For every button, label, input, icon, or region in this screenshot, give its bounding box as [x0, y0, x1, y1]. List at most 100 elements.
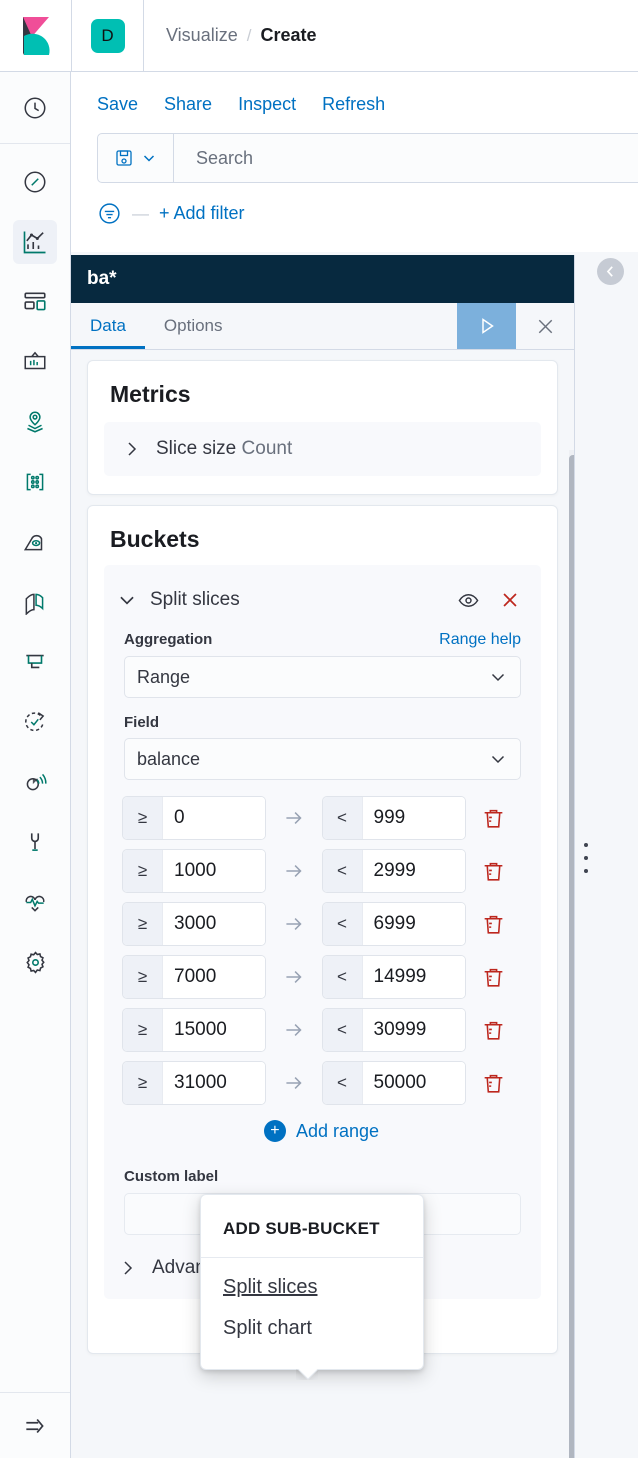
- save-disk-icon: [114, 148, 134, 168]
- chevron-down-icon[interactable]: [116, 589, 138, 611]
- dock-navigation-button[interactable]: [0, 1392, 70, 1458]
- range-to-input[interactable]: 6999: [362, 903, 465, 945]
- metric-value: Count: [241, 438, 293, 459]
- sidebar-item-uptime[interactable]: [0, 692, 70, 752]
- sidebar-item-logs[interactable]: [0, 572, 70, 632]
- sidebar-item-discover[interactable]: [0, 152, 70, 212]
- sidebar-item-visualize[interactable]: [0, 212, 70, 272]
- editor-scrollbar-thumb[interactable]: [569, 455, 574, 1458]
- nav-item-list: [0, 144, 70, 992]
- add-range-wrapper: + Add range: [122, 1114, 521, 1142]
- add-filter-button[interactable]: + Add filter: [159, 203, 245, 224]
- range-from-input[interactable]: 7000: [163, 956, 266, 998]
- kibana-home-link[interactable]: [0, 0, 72, 72]
- range-to-group: < 50000: [321, 1061, 466, 1105]
- machine-learning-nodes-icon: [22, 469, 48, 495]
- range-row: ≥ 31000 < 50000: [122, 1061, 521, 1105]
- aggregation-select[interactable]: Range: [124, 656, 521, 698]
- resize-grip-dots-icon[interactable]: [581, 843, 591, 873]
- range-to-input[interactable]: 30999: [362, 1009, 465, 1051]
- editor-tabs: Data Options: [71, 303, 574, 350]
- range-to-prefix: <: [322, 956, 363, 998]
- bucket-header: Split slices: [104, 579, 541, 615]
- range-to-input[interactable]: 50000: [362, 1062, 465, 1104]
- sidebar-item-siem[interactable]: [0, 752, 70, 812]
- sidebar-item-infrastructure[interactable]: [0, 512, 70, 572]
- refresh-button[interactable]: Refresh: [322, 94, 385, 115]
- range-to-input[interactable]: 2999: [362, 850, 465, 892]
- range-from-group: ≥ 15000: [122, 1008, 267, 1052]
- apm-icon: [22, 649, 48, 675]
- range-from-input[interactable]: 31000: [163, 1062, 266, 1104]
- trash-icon[interactable]: [466, 965, 521, 990]
- sidebar-item-machine-learning[interactable]: [0, 452, 70, 512]
- trash-icon[interactable]: [466, 1071, 521, 1096]
- inspect-button[interactable]: Inspect: [238, 94, 296, 115]
- range-to-input[interactable]: 14999: [362, 956, 465, 998]
- recently-viewed-clock-icon: [22, 95, 48, 121]
- sidebar-item-dashboard[interactable]: [0, 272, 70, 332]
- breadcrumb-visualize[interactable]: Visualize: [166, 25, 238, 46]
- range-to-group: < 14999: [321, 955, 466, 999]
- custom-label-label: Custom label: [124, 1168, 219, 1185]
- eye-icon[interactable]: [453, 585, 483, 615]
- range-row: ≥ 1000 < 2999: [122, 849, 521, 893]
- range-to-group: < 6999: [321, 902, 466, 946]
- range-from-input[interactable]: 15000: [163, 1009, 266, 1051]
- range-from-prefix: ≥: [123, 956, 163, 998]
- save-button[interactable]: Save: [97, 94, 138, 115]
- chevron-right-icon: [118, 1258, 138, 1278]
- trash-icon[interactable]: [466, 912, 521, 937]
- sidebar-item-maps[interactable]: [0, 392, 70, 452]
- sidebar-item-management[interactable]: [0, 932, 70, 992]
- ranges-list: ≥ 0 < 999 ≥ 1000 < 2999 ≥ 3000 < 6999 ≥ …: [104, 780, 541, 1142]
- trash-icon[interactable]: [466, 1018, 521, 1043]
- share-button[interactable]: Share: [164, 94, 212, 115]
- bucket-split-slices: Split slices Aggregation Range help Rang…: [104, 565, 541, 1299]
- metrics-title: Metrics: [110, 381, 191, 407]
- collapse-left-arrow-icon: [602, 263, 619, 280]
- index-pattern-title: ba*: [71, 255, 574, 303]
- tab-options[interactable]: Options: [145, 303, 242, 349]
- close-editor-button[interactable]: [516, 303, 574, 349]
- popover-item-split-slices[interactable]: Split slices: [201, 1258, 423, 1299]
- chevron-down-icon: [488, 667, 508, 687]
- popover-item-split-chart[interactable]: Split chart: [201, 1299, 423, 1340]
- range-from-prefix: ≥: [123, 1009, 163, 1051]
- add-range-label: Add range: [295, 1120, 380, 1141]
- sidebar-item-apm[interactable]: [0, 632, 70, 692]
- space-selector[interactable]: D: [72, 0, 144, 72]
- range-from-input[interactable]: 3000: [163, 903, 266, 945]
- trash-icon[interactable]: [466, 859, 521, 884]
- field-select[interactable]: balance: [124, 738, 521, 780]
- recently-viewed-button[interactable]: [0, 72, 70, 144]
- dashboard-grid-icon: [22, 289, 48, 315]
- chevron-down-icon: [141, 150, 157, 166]
- add-range-button[interactable]: + Add range: [263, 1120, 380, 1142]
- breadcrumb: Visualize / Create: [144, 25, 316, 46]
- saved-query-button[interactable]: [98, 134, 174, 182]
- sidebar-item-monitoring[interactable]: [0, 872, 70, 932]
- popover-arrow: [296, 1369, 318, 1380]
- metric-slice-size-row[interactable]: Slice size Count: [104, 422, 541, 476]
- filter-funnel-icon[interactable]: [97, 201, 122, 226]
- bucket-title: Split slices: [150, 589, 240, 610]
- buckets-title: Buckets: [110, 526, 200, 552]
- range-to-prefix: <: [322, 1062, 363, 1104]
- range-to-prefix: <: [322, 903, 363, 945]
- range-to-prefix: <: [322, 850, 363, 892]
- range-to-input[interactable]: 999: [362, 797, 465, 839]
- sidebar-item-dev-tools[interactable]: [0, 812, 70, 872]
- range-help-link[interactable]: Range help: [439, 631, 521, 649]
- trash-icon[interactable]: [466, 806, 521, 831]
- maps-pin-icon: [22, 409, 48, 435]
- apply-changes-button[interactable]: [457, 303, 516, 349]
- remove-x-icon[interactable]: [495, 585, 525, 615]
- sidebar-item-canvas[interactable]: [0, 332, 70, 392]
- search-input[interactable]: Search: [174, 148, 253, 169]
- range-from-input[interactable]: 1000: [163, 850, 266, 892]
- collapse-panel-button[interactable]: [597, 258, 624, 285]
- tab-data[interactable]: Data: [71, 303, 145, 349]
- range-from-input[interactable]: 0: [163, 797, 266, 839]
- range-to-group: < 999: [321, 796, 466, 840]
